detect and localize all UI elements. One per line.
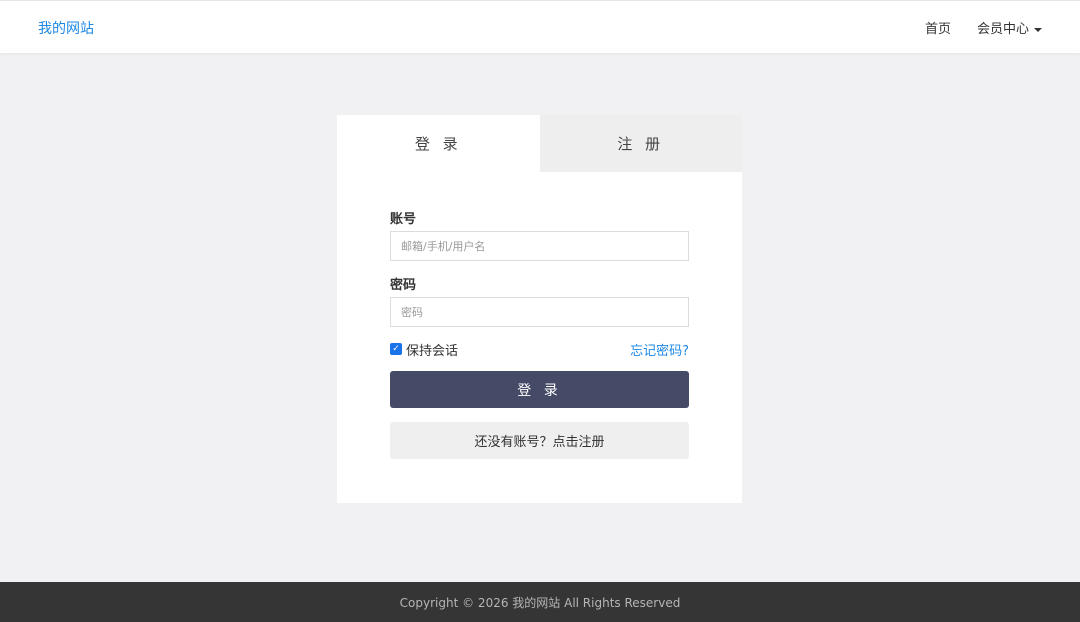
- password-label: 密码: [390, 278, 417, 293]
- forgot-password-link[interactable]: 忘记密码?: [630, 340, 689, 359]
- password-group: 密码: [390, 274, 689, 327]
- remember-label: 保持会话: [406, 343, 459, 359]
- login-card: 登 录 注 册 账号 密码 ✓ 保持会话 忘记密码? 登 录 还没有账号？点击注…: [337, 115, 742, 503]
- remember-checkbox[interactable]: ✓ 保持会话: [390, 340, 458, 359]
- account-input[interactable]: [390, 231, 689, 261]
- tab-register[interactable]: 注 册: [539, 115, 742, 172]
- member-center-dropdown[interactable]: 会员中心: [977, 18, 1042, 37]
- copyright-text: Copyright © 2026 我的网站 All Rights Reserve…: [399, 595, 681, 610]
- account-group: 账号: [390, 208, 689, 261]
- member-center-label: 会员中心: [976, 22, 1029, 37]
- options-row: ✓ 保持会话 忘记密码?: [390, 340, 689, 359]
- top-navbar: 我的网站 首页 会员中心: [0, 0, 1080, 53]
- register-button[interactable]: 还没有账号？点击注册: [390, 422, 689, 459]
- footer: Copyright © 2026 我的网站 All Rights Reserve…: [0, 582, 1080, 622]
- top-nav: 首页 会员中心: [925, 18, 1042, 37]
- login-button[interactable]: 登 录: [390, 371, 689, 408]
- auth-tabs: 登 录 注 册: [337, 115, 742, 172]
- password-input[interactable]: [390, 297, 689, 327]
- caret-down-icon: [1034, 27, 1042, 32]
- checkbox-checked-icon[interactable]: ✓: [390, 343, 402, 355]
- nav-home-link[interactable]: 首页: [925, 18, 951, 37]
- tab-login[interactable]: 登 录: [337, 115, 540, 172]
- account-label: 账号: [390, 212, 417, 227]
- login-form: 账号 密码 ✓ 保持会话 忘记密码? 登 录 还没有账号？点击注册: [390, 208, 689, 459]
- brand-logo-link[interactable]: 我的网站: [38, 18, 94, 38]
